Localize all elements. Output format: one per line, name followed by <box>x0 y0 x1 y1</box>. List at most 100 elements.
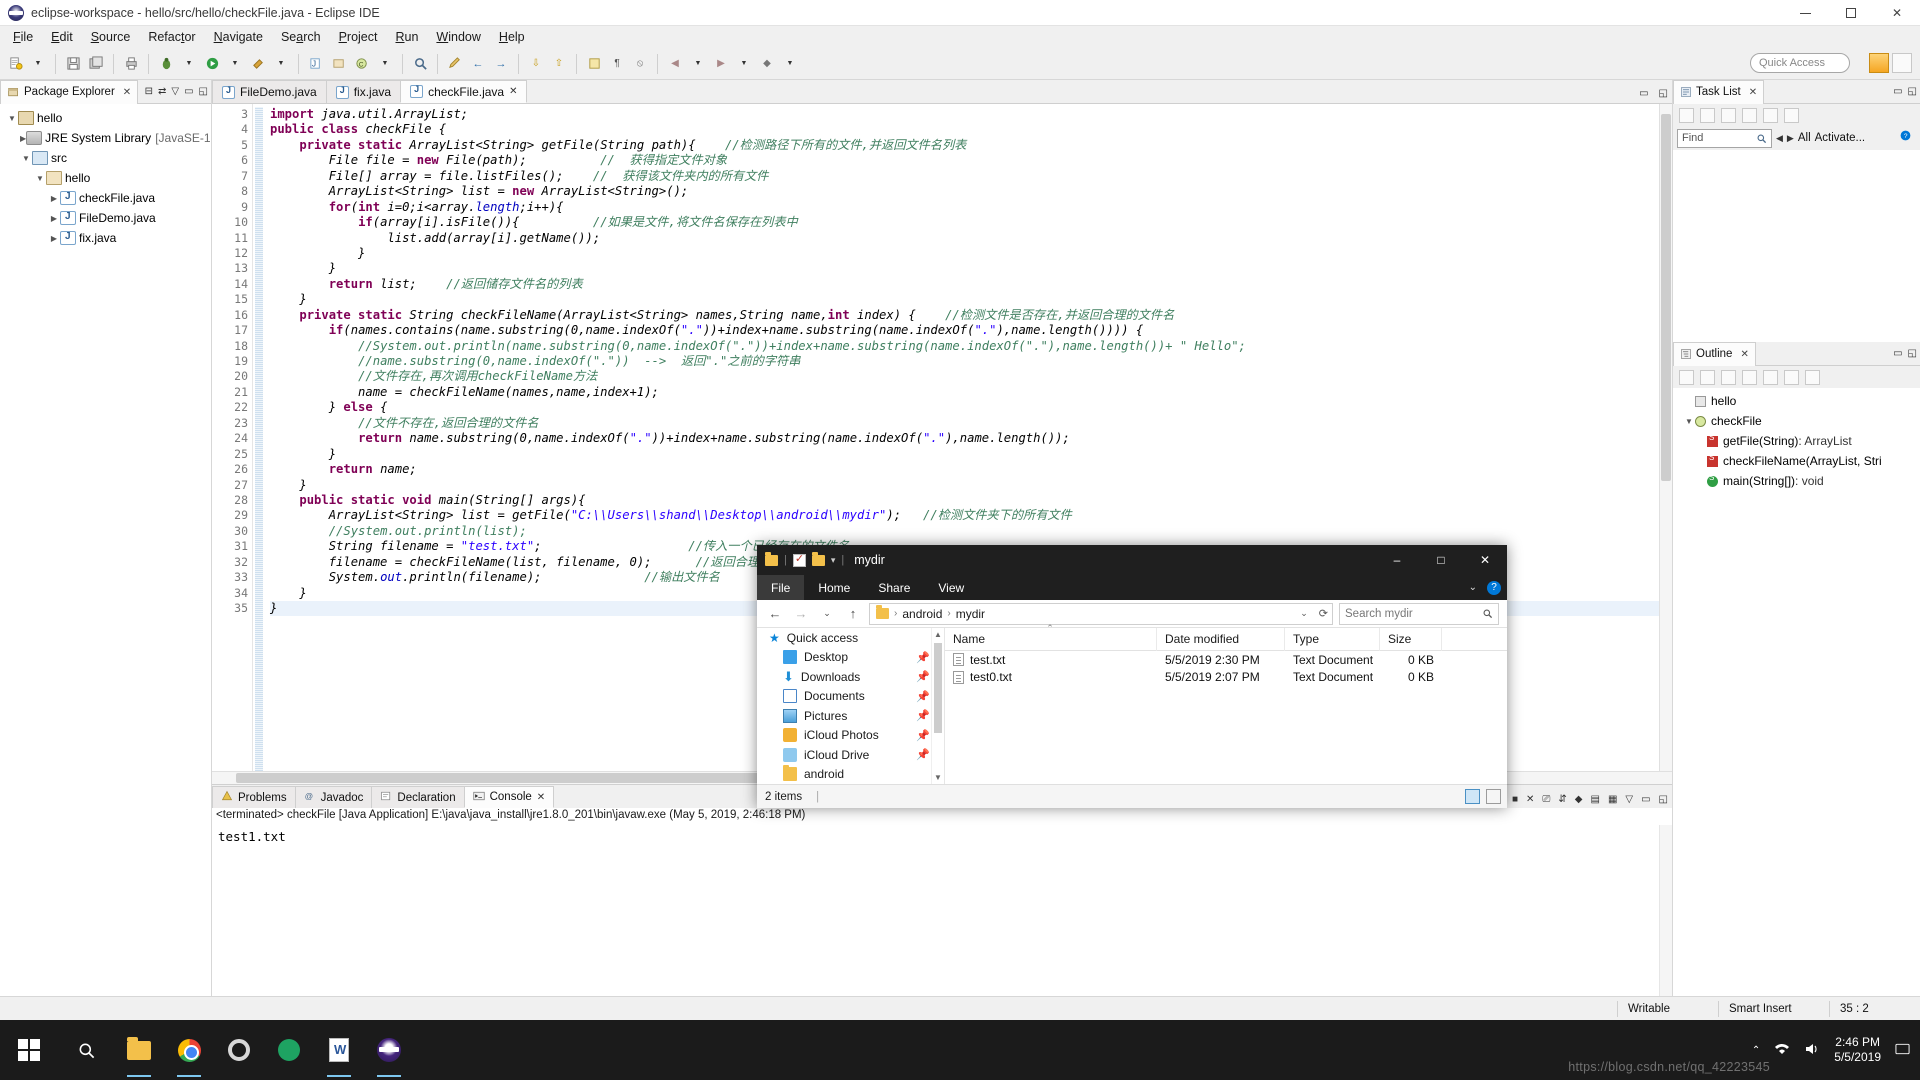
outline-item-0[interactable]: hello <box>1673 391 1920 411</box>
scroll-down-icon[interactable]: ▼ <box>932 771 944 784</box>
chevron-down-icon[interactable]: ⌄ <box>1300 608 1308 619</box>
code-line[interactable]: //name.substring(0,name.indexOf(".")) --… <box>270 354 1672 369</box>
file-row[interactable]: test.txt 5/5/2019 2:30 PM Text Document 0 K… <box>945 651 1507 669</box>
code-line[interactable]: ArrayList<String> list = new ArrayList<S… <box>270 184 1672 199</box>
code-line[interactable]: } <box>270 447 1672 462</box>
pin-icon[interactable]: 📌 <box>916 670 930 683</box>
up-button[interactable]: ↑ <box>843 604 863 624</box>
forward-button[interactable]: → <box>791 604 811 624</box>
explorer-close-button[interactable]: ✕ <box>1463 545 1507 575</box>
perspective-java-button[interactable] <box>1869 53 1889 73</box>
show-whitespace-icon[interactable]: ¶ <box>606 53 628 75</box>
recent-locations-button[interactable]: ⌄ <box>817 604 837 624</box>
ribbon-tab-file[interactable]: File <box>757 575 805 600</box>
activate-label[interactable]: Activate... <box>1815 132 1866 144</box>
hide-fields-icon[interactable] <box>1700 369 1715 385</box>
bottom-tab-declaration[interactable]: Declaration <box>371 786 465 808</box>
open-perspective-button[interactable] <box>1892 53 1912 73</box>
prev-annotation-icon[interactable]: ⇧ <box>548 53 570 75</box>
run-icon[interactable] <box>201 53 223 75</box>
code-line[interactable]: private static ArrayList<String> getFile… <box>270 138 1672 153</box>
next-match-icon[interactable]: ▶ <box>1787 133 1794 144</box>
code-line[interactable]: public static void main(String[] args){ <box>270 493 1672 508</box>
code-line[interactable]: } else { <box>270 400 1672 415</box>
chevron-down-icon[interactable]: ▼ <box>374 53 396 75</box>
maximize-view-icon[interactable]: ◱ <box>1908 348 1917 359</box>
expander-icon[interactable]: ▶ <box>48 214 60 223</box>
previous-match-icon[interactable]: ◀ <box>1776 133 1783 144</box>
last-edit-icon[interactable] <box>444 53 466 75</box>
hide-nonpublic-icon[interactable] <box>1742 369 1757 385</box>
ribbon-tab-home[interactable]: Home <box>804 575 864 600</box>
taskbar-file-explorer[interactable] <box>114 1020 164 1080</box>
nav-item-icloud-photos[interactable]: iCloud Photos 📌 <box>757 726 944 746</box>
help-icon[interactable]: ? <box>1899 129 1912 147</box>
code-line[interactable]: } <box>270 478 1672 493</box>
bottom-tab-javadoc[interactable]: @ Javadoc <box>294 786 373 808</box>
file-row[interactable]: test0.txt 5/5/2019 2:07 PM Text Document 0 … <box>945 669 1507 687</box>
sort-icon[interactable] <box>1679 369 1694 385</box>
close-icon[interactable]: ✕ <box>1749 87 1757 98</box>
pin-icon[interactable]: 📌 <box>916 729 930 742</box>
start-button[interactable] <box>0 1020 58 1080</box>
categorize-icon[interactable] <box>1700 107 1715 123</box>
chevron-down-icon[interactable]: ▼ <box>224 53 246 75</box>
chevron-down-icon[interactable]: ▼ <box>270 53 292 75</box>
display-selected-console-icon[interactable]: ▤ <box>1590 794 1599 805</box>
editor-tab-fix-java[interactable]: fix.java <box>325 80 402 103</box>
expander-icon[interactable]: ▼ <box>6 114 18 123</box>
code-line[interactable]: //文件存在,再次调用checkFileName方法 <box>270 369 1672 384</box>
code-line[interactable]: list.add(array[i].getName()); <box>270 231 1672 246</box>
menu-source[interactable]: Source <box>82 28 140 46</box>
menu-window[interactable]: Window <box>427 28 489 46</box>
focus-icon[interactable] <box>1742 107 1757 123</box>
chevron-down-icon[interactable]: ▼ <box>178 53 200 75</box>
outline-item-2[interactable]: getFile(String) : ArrayList <box>1673 431 1920 451</box>
chevron-down-icon[interactable]: ▼ <box>27 53 49 75</box>
print-icon[interactable] <box>120 53 142 75</box>
code-line[interactable]: return name; <box>270 462 1672 477</box>
code-line[interactable]: } <box>270 261 1672 276</box>
nav-item-documents[interactable]: Documents 📌 <box>757 687 944 707</box>
tree-item-checkfile-java[interactable]: ▶ checkFile.java <box>0 188 211 208</box>
nav-item-android[interactable]: android <box>757 765 944 785</box>
pin-editor-icon[interactable]: ◆ <box>756 53 778 75</box>
remove-launch-icon[interactable]: ✕ <box>1526 794 1534 805</box>
code-line[interactable]: //文件不存在,返回合理的文件名 <box>270 416 1672 431</box>
quick-access-input[interactable]: Quick Access <box>1750 53 1850 73</box>
console-scrollbar[interactable] <box>1659 825 1672 996</box>
taskbar-settings[interactable] <box>214 1020 264 1080</box>
toggle-mark-occurrences-icon[interactable] <box>583 53 605 75</box>
taskbar-chrome[interactable] <box>164 1020 214 1080</box>
nav-item-downloads[interactable]: ⬇ Downloads 📌 <box>757 667 944 687</box>
code-line[interactable]: return list; //返回储存文件名的列表 <box>270 277 1672 292</box>
nav-item-icloud-drive[interactable]: iCloud Drive 📌 <box>757 745 944 765</box>
outline-item-3[interactable]: checkFileName(ArrayList, Stri <box>1673 451 1920 471</box>
filter-all-label[interactable]: All <box>1798 132 1811 144</box>
menu-refactor[interactable]: Refactor <box>139 28 204 46</box>
clear-console-icon[interactable]: ⎚ <box>1542 794 1550 805</box>
nav-item-quick-access[interactable]: ★ Quick access <box>757 628 944 648</box>
explorer-minimize-button[interactable]: – <box>1375 545 1419 575</box>
expander-icon[interactable]: ▼ <box>34 174 46 183</box>
hide-local-types-icon[interactable] <box>1763 369 1778 385</box>
task-view-menu-icon[interactable] <box>1784 107 1799 123</box>
address-bar[interactable]: › android › mydir ⌄ ⟳ <box>869 602 1333 625</box>
code-line[interactable]: for(int i=0;i<array.length;i++){ <box>270 200 1672 215</box>
show-hidden-icons-button[interactable]: ⌃ <box>1752 1045 1760 1056</box>
search-icon[interactable] <box>409 53 431 75</box>
file-rows[interactable]: test.txt 5/5/2019 2:30 PM Text Document 0 K… <box>945 651 1507 686</box>
breadcrumb-mydir[interactable]: mydir <box>956 607 985 621</box>
navigation-pane-scrollbar[interactable]: ▲ ▼ <box>931 628 944 784</box>
menu-file[interactable]: File <box>4 28 42 46</box>
close-icon[interactable]: ✕ <box>1740 349 1748 360</box>
chevron-down-icon[interactable]: ▾ <box>831 555 836 566</box>
code-line[interactable]: if(names.contains(name.substring(0,name.… <box>270 323 1672 338</box>
save-all-icon[interactable] <box>85 53 107 75</box>
tab-package-explorer[interactable]: Package Explorer ✕ <box>0 79 139 104</box>
outline-tree[interactable]: hello ▼ checkFile getFile(String) : ArrayLi… <box>1673 388 1920 996</box>
pin-icon[interactable]: 📌 <box>916 709 930 722</box>
search-input[interactable]: Search mydir <box>1339 602 1499 625</box>
scrollbar-thumb[interactable] <box>1661 114 1671 481</box>
expander-icon[interactable]: ▼ <box>20 154 32 163</box>
